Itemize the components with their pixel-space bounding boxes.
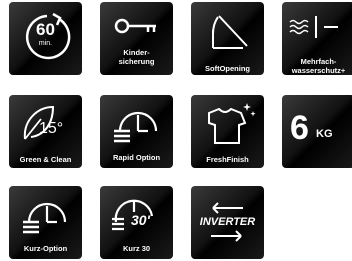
kurz-30-tile: 30' Kurz 30 bbox=[100, 186, 173, 259]
kindersicherung-tile: Kinder- sicherung bbox=[100, 2, 173, 75]
green-clean-tile: 15° Green & Clean bbox=[9, 95, 82, 168]
freshfinish-label: FreshFinish bbox=[206, 155, 249, 164]
capacity-unit: KG bbox=[316, 128, 333, 140]
kurz-option-tile: Kurz-Option bbox=[9, 186, 82, 259]
softopening-tile: SoftOpening bbox=[191, 2, 264, 75]
timer-unit: min. bbox=[38, 40, 53, 47]
rapid-option-label: Rapid Option bbox=[112, 153, 161, 162]
mehrfach-label-2: wasserschutz+ bbox=[291, 66, 346, 75]
capacity-value: 6 bbox=[290, 109, 309, 147]
inverter-tile: INVERTER bbox=[191, 186, 264, 259]
green-clean-label: Green & Clean bbox=[19, 155, 72, 164]
kurz-30-label: Kurz 30 bbox=[122, 244, 151, 253]
capacity-6kg-tile: 6 KG bbox=[282, 95, 352, 168]
timer-60-min-tile: 60 min. bbox=[9, 2, 82, 75]
mehrfachwasserschutz-tile: Mehrfach- wasserschutz+ bbox=[282, 2, 352, 75]
freshfinish-tile: FreshFinish bbox=[191, 95, 264, 168]
softopening-label: SoftOpening bbox=[205, 64, 250, 73]
rapid-option-tile: Rapid Option bbox=[100, 95, 173, 168]
inverter-label: INVERTER bbox=[199, 216, 256, 228]
kindersicherung-label-2: sicherung bbox=[118, 57, 155, 66]
timer-value: 60 bbox=[36, 20, 55, 39]
mehrfach-label-1: Mehrfach- bbox=[300, 57, 337, 66]
kurz-option-label: Kurz-Option bbox=[23, 244, 68, 253]
kindersicherung-label-1: Kinder- bbox=[123, 48, 150, 57]
kurz-30-value: 30' bbox=[131, 212, 150, 228]
green-clean-temp: 15° bbox=[39, 120, 64, 137]
